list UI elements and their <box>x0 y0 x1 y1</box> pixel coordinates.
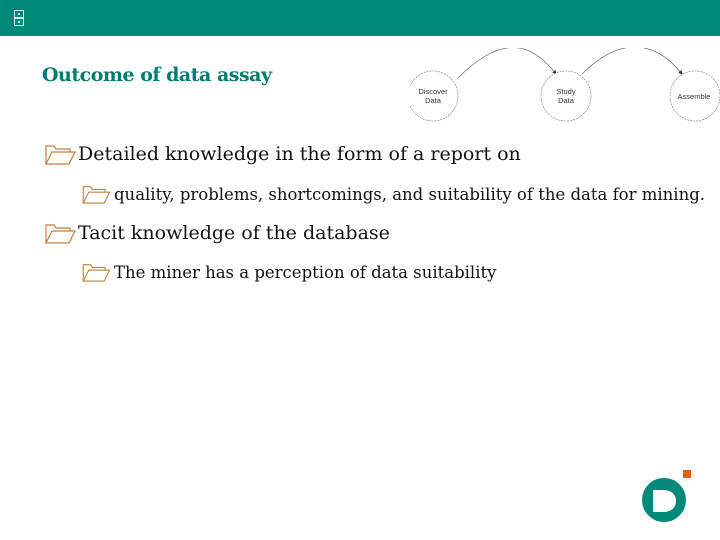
folder-open-icon <box>45 145 76 165</box>
node-label: Data <box>425 96 442 105</box>
brand-logo <box>642 470 691 522</box>
arrow-study-to-assemble <box>581 48 683 75</box>
node-label: Assemble <box>678 92 711 101</box>
window-control-icon[interactable] <box>14 10 24 26</box>
node-assemble: Assemble <box>669 70 720 122</box>
bullet-item: Detailed knowledge in the form of a repo… <box>44 143 521 165</box>
node-discover-data: Discover Data <box>410 70 459 122</box>
folder-open-icon <box>82 186 111 204</box>
node-label: Data <box>558 96 575 105</box>
bullet-item: quality, problems, shortcomings, and sui… <box>80 184 705 204</box>
bullet-item: Tacit knowledge of the database <box>44 222 390 244</box>
top-bar <box>0 0 720 36</box>
folder-open-icon <box>45 224 76 244</box>
arrow-discover-to-study <box>457 48 557 79</box>
node-label: Study <box>556 87 575 96</box>
bullet-text: The miner has a perception of data suita… <box>114 263 497 282</box>
folder-open-icon <box>82 264 111 282</box>
slide-title: Outcome of data assay <box>42 64 272 86</box>
bullet-text: quality, problems, shortcomings, and sui… <box>114 185 706 204</box>
bullet-text: Tacit knowledge of the database <box>78 222 390 244</box>
node-study-data: Study Data <box>540 70 592 122</box>
node-label: Discover <box>418 87 448 96</box>
bullet-text: Detailed knowledge in the form of a repo… <box>78 143 521 165</box>
process-diagram: Discover Data Study Data Assemble <box>410 48 720 122</box>
bullet-item: The miner has a perception of data suita… <box>80 262 496 282</box>
